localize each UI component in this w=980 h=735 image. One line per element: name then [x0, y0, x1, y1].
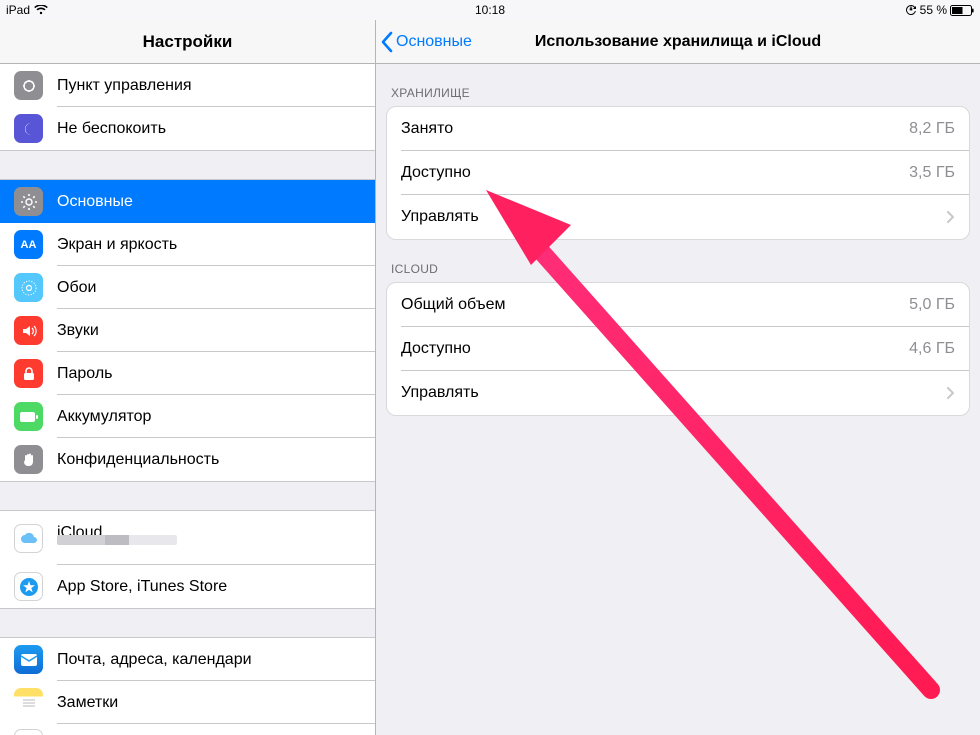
speaker-icon — [14, 316, 43, 345]
reminders-icon — [14, 729, 43, 735]
chevron-right-icon — [946, 386, 955, 400]
rotation-lock-icon — [905, 4, 917, 16]
sidebar-item-label: Конфиденциальность — [57, 451, 375, 469]
sidebar-item-label: Пароль — [57, 365, 375, 383]
sidebar-item-privacy[interactable]: Конфиденциальность — [0, 438, 375, 481]
cloud-icon — [14, 524, 43, 553]
storage-table: Занято 8,2 ГБ Доступно 3,5 ГБ Управлять — [386, 106, 970, 240]
row-icloud-available: Доступно 4,6 ГБ — [387, 327, 969, 371]
wallpaper-icon — [14, 273, 43, 302]
sidebar-item-reminders[interactable]: Напоминания — [0, 724, 375, 735]
row-label: Общий объем — [401, 296, 909, 314]
row-storage-manage[interactable]: Управлять — [387, 195, 969, 239]
sidebar-item-appstore[interactable]: App Store, iTunes Store — [0, 565, 375, 608]
battery-icon — [950, 5, 974, 16]
sidebar-item-display[interactable]: AA Экран и яркость — [0, 223, 375, 266]
row-storage-used: Занято 8,2 ГБ — [387, 107, 969, 151]
row-label: Управлять — [401, 208, 938, 226]
lock-icon — [14, 359, 43, 388]
notes-icon — [14, 688, 43, 717]
section-header-icloud: ICLOUD — [376, 240, 980, 282]
sidebar-item-label: Пункт управления — [57, 77, 375, 95]
sidebar-item-label: Экран и яркость — [57, 236, 375, 254]
settings-sidebar: Настройки Пункт управления Не беспокоить — [0, 20, 376, 735]
gear-icon — [14, 187, 43, 216]
display-icon: AA — [14, 230, 43, 259]
sidebar-item-label: App Store, iTunes Store — [57, 578, 375, 596]
back-button[interactable]: Основные — [376, 31, 472, 53]
detail-header: Основные Использование хранилища и iClou… — [376, 20, 980, 64]
sidebar-item-label: Заметки — [57, 694, 375, 712]
sidebar-item-general[interactable]: Основные — [0, 180, 375, 223]
sidebar-item-passcode[interactable]: Пароль — [0, 352, 375, 395]
sidebar-item-label: Основные — [57, 193, 375, 211]
sidebar-item-wallpaper[interactable]: Обои — [0, 266, 375, 309]
sidebar-item-label: Звуки — [57, 322, 375, 340]
row-value: 4,6 ГБ — [909, 340, 955, 358]
mail-icon — [14, 645, 43, 674]
control-center-icon — [14, 71, 43, 100]
appstore-icon — [14, 572, 43, 601]
device-label: iPad — [6, 3, 30, 17]
battery-setting-icon — [14, 402, 43, 431]
row-label: Управлять — [401, 384, 938, 402]
sidebar-item-dnd[interactable]: Не беспокоить — [0, 107, 375, 150]
status-bar: iPad 10:18 55 % — [0, 0, 980, 20]
sidebar-item-icloud[interactable]: iCloud — [0, 511, 375, 565]
sidebar-item-notes[interactable]: Заметки — [0, 681, 375, 724]
icloud-table: Общий объем 5,0 ГБ Доступно 4,6 ГБ Управ… — [386, 282, 970, 416]
row-label: Доступно — [401, 340, 909, 358]
hand-icon — [14, 445, 43, 474]
row-label: Доступно — [401, 164, 909, 182]
chevron-right-icon — [946, 210, 955, 224]
row-value: 8,2 ГБ — [909, 120, 955, 138]
sidebar-item-battery[interactable]: Аккумулятор — [0, 395, 375, 438]
clock: 10:18 — [0, 3, 980, 17]
sidebar-item-mail[interactable]: Почта, адреса, календари — [0, 638, 375, 681]
row-icloud-manage[interactable]: Управлять — [387, 371, 969, 415]
row-storage-available: Доступно 3,5 ГБ — [387, 151, 969, 195]
back-label: Основные — [396, 33, 472, 51]
sidebar-item-label: Не беспокоить — [57, 120, 375, 138]
wifi-icon — [34, 5, 48, 15]
battery-percent: 55 % — [920, 3, 947, 17]
sidebar-title: Настройки — [0, 20, 375, 64]
moon-icon — [14, 114, 43, 143]
row-value: 3,5 ГБ — [909, 164, 955, 182]
sidebar-item-label: Аккумулятор — [57, 408, 375, 426]
sidebar-item-control-center[interactable]: Пункт управления — [0, 64, 375, 107]
row-value: 5,0 ГБ — [909, 296, 955, 314]
section-header-storage: ХРАНИЛИЩЕ — [376, 64, 980, 106]
icloud-account-blur — [57, 534, 177, 548]
detail-panel: Основные Использование хранилища и iClou… — [376, 20, 980, 735]
row-icloud-total: Общий объем 5,0 ГБ — [387, 283, 969, 327]
sidebar-item-label: Почта, адреса, календари — [57, 651, 375, 669]
sidebar-item-sounds[interactable]: Звуки — [0, 309, 375, 352]
row-label: Занято — [401, 120, 909, 138]
sidebar-item-label: Обои — [57, 279, 375, 297]
